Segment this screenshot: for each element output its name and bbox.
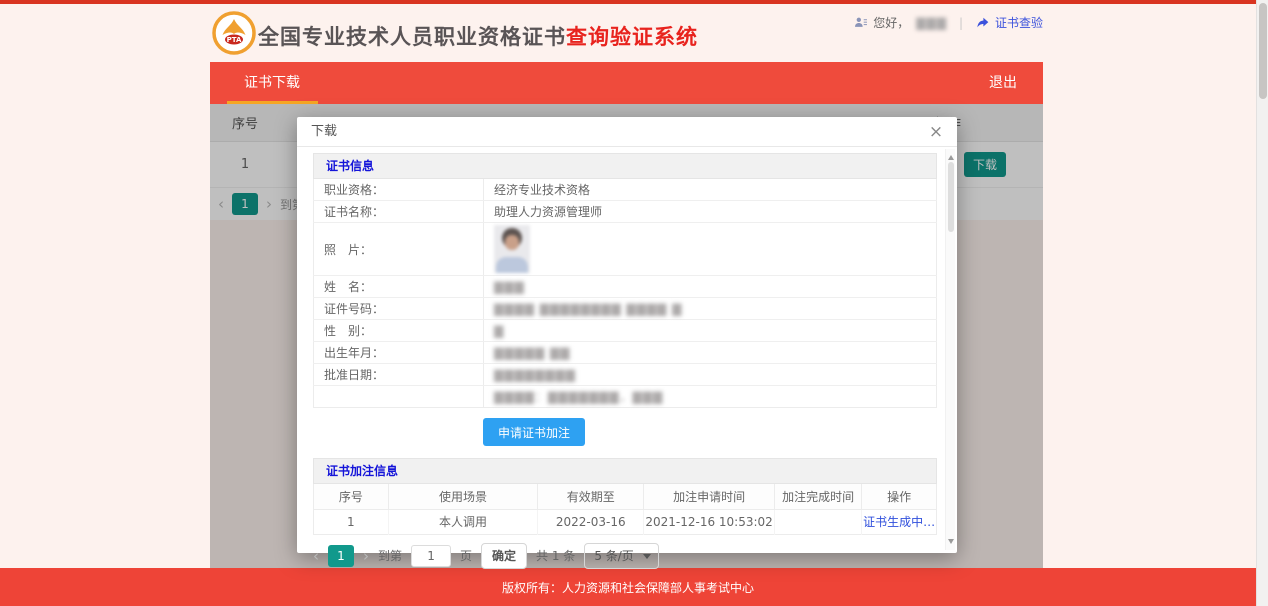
- field-label: 姓 名：: [314, 276, 484, 298]
- field-label: [314, 386, 484, 408]
- table-row: 姓 名： ▇▇▇: [314, 276, 937, 298]
- field-label: 证件号码：: [314, 298, 484, 320]
- table-row: 职业资格： 经济专业技术资格: [314, 179, 937, 201]
- scrollbar-thumb[interactable]: [948, 162, 954, 232]
- table-row: 出生年月： ▇▇▇▇▇ ▇▇: [314, 342, 937, 364]
- share-arrow-icon: [975, 16, 990, 30]
- greeting-text: 您好，: [873, 14, 909, 31]
- photo-cell: [484, 223, 937, 276]
- pta-logo-icon: PTA: [212, 11, 256, 55]
- portrait-photo: [494, 225, 530, 273]
- goto-page-label: 到第: [378, 547, 402, 564]
- total-count-label: 共 1 条: [536, 547, 575, 564]
- close-icon[interactable]: ×: [925, 119, 947, 145]
- modal-title-bar: 下载 ×: [297, 117, 957, 147]
- annotation-section-heading: 证书加注信息: [313, 458, 937, 484]
- cert-info-table: 职业资格： 经济专业技术资格 证书名称： 助理人力资源管理师 照 片：: [313, 179, 937, 408]
- table-row: 性 别： ▇: [314, 320, 937, 342]
- photo-face: [505, 235, 519, 250]
- field-value-redacted: ▇▇▇: [484, 276, 937, 298]
- page: PTA 全国专业技术人员职业资格证书查询验证系统 您好， ▇▇▇ | 证书查验 …: [0, 0, 1268, 606]
- logout-button[interactable]: 退出: [989, 62, 1017, 104]
- cert-info-section-heading: 证书信息: [313, 153, 937, 179]
- pta-logo: PTA: [212, 11, 256, 55]
- annot-cell-scene: 本人调用: [388, 509, 538, 534]
- annotation-table: 序号 使用场景 有效期至 加注申请时间 加注完成时间 操作 1 本人调用 202…: [313, 484, 937, 535]
- modal-title: 下载: [311, 124, 337, 139]
- page-title: 全国专业技术人员职业资格证书查询验证系统: [258, 21, 698, 51]
- table-row: 证书名称： 助理人力资源管理师: [314, 201, 937, 223]
- annot-col-header: 操作: [862, 484, 937, 509]
- annot-cell-apply-time: 2021-12-16 10:53:02: [644, 509, 775, 534]
- table-row: ▇▇▇▇：▇▇▇▇▇▇▇，▇▇▇: [314, 386, 937, 408]
- prev-page-arrow[interactable]: ‹: [313, 547, 319, 565]
- copyright-text: 版权所有：人力资源和社会保障部人事考试中心: [502, 579, 754, 596]
- page-size-value: 5 条/页: [594, 549, 634, 563]
- download-modal: 下载 × 证书信息 职业资格： 经济专业技术资格 证书名称： 助理人力资源管理师…: [297, 117, 957, 553]
- page-title-accent: 查询验证系统: [566, 25, 698, 49]
- field-value-redacted: ▇▇▇▇：▇▇▇▇▇▇▇，▇▇▇: [484, 386, 937, 408]
- user-block: 您好， ▇▇▇ | 证书查验: [854, 14, 1043, 31]
- user-icon: [854, 16, 868, 29]
- field-label: 出生年月：: [314, 342, 484, 364]
- annot-col-header: 加注完成时间: [775, 484, 862, 509]
- annot-col-header: 序号: [314, 484, 389, 509]
- cert-verify-link[interactable]: 证书查验: [995, 14, 1043, 31]
- modal-pagination: ‹ 1 › 到第 页 确定 共 1 条 5 条/页: [313, 543, 937, 569]
- goto-page-input[interactable]: [411, 545, 451, 567]
- page-footer: 版权所有：人力资源和社会保障部人事考试中心: [0, 568, 1256, 606]
- table-row: 照 片：: [314, 223, 937, 276]
- table-row: 批准日期： ▇▇▇▇▇▇▇▇: [314, 364, 937, 386]
- field-label: 证书名称：: [314, 201, 484, 223]
- field-value-redacted: ▇: [484, 320, 937, 342]
- nav-item-cert-download[interactable]: 证书下载: [244, 62, 300, 104]
- annot-cell-seq: 1: [314, 509, 389, 534]
- apply-button-row: 申请证书加注: [483, 418, 937, 446]
- annot-col-header: 有效期至: [538, 484, 644, 509]
- annot-col-header: 使用场景: [388, 484, 538, 509]
- scroll-down-arrow-icon[interactable]: [948, 539, 954, 547]
- browser-scrollbar[interactable]: [1256, 0, 1268, 606]
- field-value-redacted: ▇▇▇▇ ▇▇▇▇▇▇▇▇ ▇▇▇▇ ▇: [484, 298, 937, 320]
- confirm-page-button[interactable]: 确定: [481, 543, 527, 569]
- scroll-up-arrow-icon[interactable]: [948, 152, 954, 160]
- modal-scrollbar[interactable]: [945, 149, 955, 550]
- annotation-data-row: 1 本人调用 2022-03-16 2021-12-16 10:53:02 证书…: [314, 509, 937, 534]
- current-page-button[interactable]: 1: [328, 545, 354, 567]
- field-label: 性 别：: [314, 320, 484, 342]
- main-nav: 证书下载 退出: [210, 62, 1043, 104]
- cert-generating-link[interactable]: 证书生成中…: [863, 515, 935, 529]
- username-redacted: ▇▇▇: [916, 16, 947, 30]
- page-title-main: 全国专业技术人员职业资格证书: [258, 25, 566, 49]
- field-label: 职业资格：: [314, 179, 484, 201]
- field-value: 助理人力资源管理师: [484, 201, 937, 223]
- page-unit-label: 页: [460, 547, 472, 564]
- annotation-header-row: 序号 使用场景 有效期至 加注申请时间 加注完成时间 操作: [314, 484, 937, 509]
- modal-body: 证书信息 职业资格： 经济专业技术资格 证书名称： 助理人力资源管理师 照 片：: [297, 147, 957, 569]
- apply-annotation-button[interactable]: 申请证书加注: [483, 418, 585, 446]
- table-row: 证件号码： ▇▇▇▇ ▇▇▇▇▇▇▇▇ ▇▇▇▇ ▇: [314, 298, 937, 320]
- field-label: 批准日期：: [314, 364, 484, 386]
- field-value: 经济专业技术资格: [484, 179, 937, 201]
- chevron-down-icon: [643, 554, 651, 563]
- next-page-arrow[interactable]: ›: [363, 547, 369, 565]
- annot-cell-valid-until: 2022-03-16: [538, 509, 644, 534]
- app-header: PTA 全国专业技术人员职业资格证书查询验证系统 您好， ▇▇▇ | 证书查验: [210, 4, 1043, 62]
- field-value-redacted: ▇▇▇▇▇ ▇▇: [484, 342, 937, 364]
- header-divider: |: [959, 16, 963, 30]
- svg-text:PTA: PTA: [227, 36, 242, 44]
- field-value-redacted: ▇▇▇▇▇▇▇▇: [484, 364, 937, 386]
- page-size-select[interactable]: 5 条/页: [584, 543, 659, 569]
- annot-col-header: 加注申请时间: [644, 484, 775, 509]
- annot-cell-finish-time: [775, 509, 862, 534]
- photo-shirt: [496, 257, 528, 273]
- field-label: 照 片：: [314, 223, 484, 276]
- browser-scrollbar-thumb[interactable]: [1259, 3, 1267, 99]
